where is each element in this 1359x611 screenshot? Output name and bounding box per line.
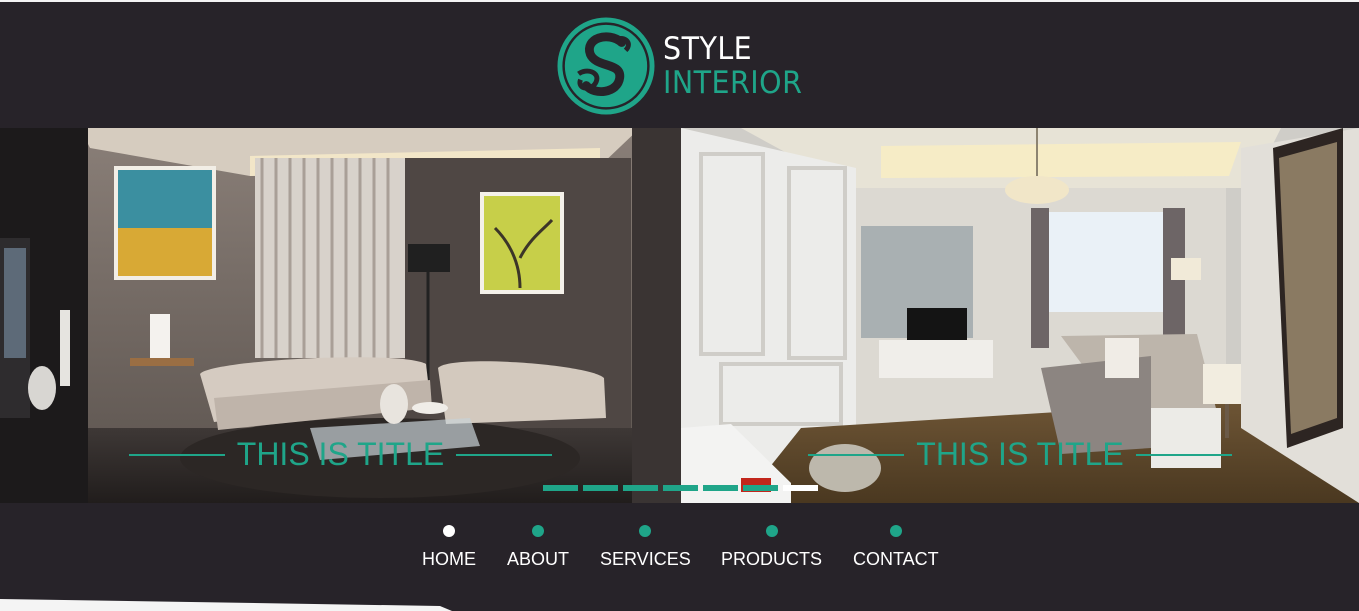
title-line-left xyxy=(128,453,225,456)
site-header: STYLE INTERIOR xyxy=(0,2,1359,128)
pager-bullet[interactable] xyxy=(743,485,778,491)
nav-item-home[interactable]: HOME xyxy=(422,525,476,570)
nav-item-label: ABOUT xyxy=(507,549,570,569)
logo[interactable]: STYLE INTERIOR xyxy=(557,16,814,116)
slide-title: THIS IS TITLE xyxy=(0,436,681,473)
logo-text: STYLE INTERIOR xyxy=(663,32,814,100)
nav-dot-icon xyxy=(532,525,544,537)
nav-dot-icon xyxy=(443,525,455,537)
slide-title: THIS IS TITLE xyxy=(681,436,1359,473)
title-line-left xyxy=(808,453,905,456)
nav-item-contact[interactable]: CONTACT xyxy=(853,525,939,570)
logo-line-2: INTERIOR xyxy=(663,65,803,101)
title-line-right xyxy=(456,453,553,456)
content-panel-edge xyxy=(0,599,452,611)
nav-item-about[interactable]: ABOUT xyxy=(507,525,569,570)
slider-pager xyxy=(543,485,818,491)
pager-bullet[interactable] xyxy=(623,485,658,491)
nav-item-label: PRODUCTS xyxy=(721,549,823,569)
nav-dot-icon xyxy=(765,525,778,537)
pager-bullet[interactable] xyxy=(703,485,738,491)
s-monogram-logo-icon xyxy=(557,17,655,115)
nav-dot-icon xyxy=(889,525,902,537)
nav-item-label: CONTACT xyxy=(853,549,939,569)
pager-bullet[interactable] xyxy=(543,485,578,491)
nav-item-label: SERVICES xyxy=(600,549,691,569)
nav-dot-icon xyxy=(639,525,652,537)
nav-item-products[interactable]: PRODUCTS xyxy=(721,525,822,570)
pager-bullet[interactable] xyxy=(783,485,818,491)
slide-title-text: THIS IS TITLE xyxy=(236,436,445,472)
nav-item-services[interactable]: SERVICES xyxy=(600,525,691,570)
slide-living-room[interactable]: THIS IS TITLE xyxy=(0,128,681,503)
pager-bullet[interactable] xyxy=(583,485,618,491)
title-line-right xyxy=(1135,453,1232,456)
slide-title-text: THIS IS TITLE xyxy=(916,436,1124,472)
logo-line-1: STYLE xyxy=(663,31,753,67)
slide-bedroom[interactable]: THIS IS TITLE xyxy=(681,128,1359,503)
hero-slider[interactable]: THIS IS TITLE THIS IS TITLE xyxy=(0,128,1359,503)
pager-bullet[interactable] xyxy=(663,485,698,491)
nav-item-label: HOME xyxy=(422,549,476,569)
